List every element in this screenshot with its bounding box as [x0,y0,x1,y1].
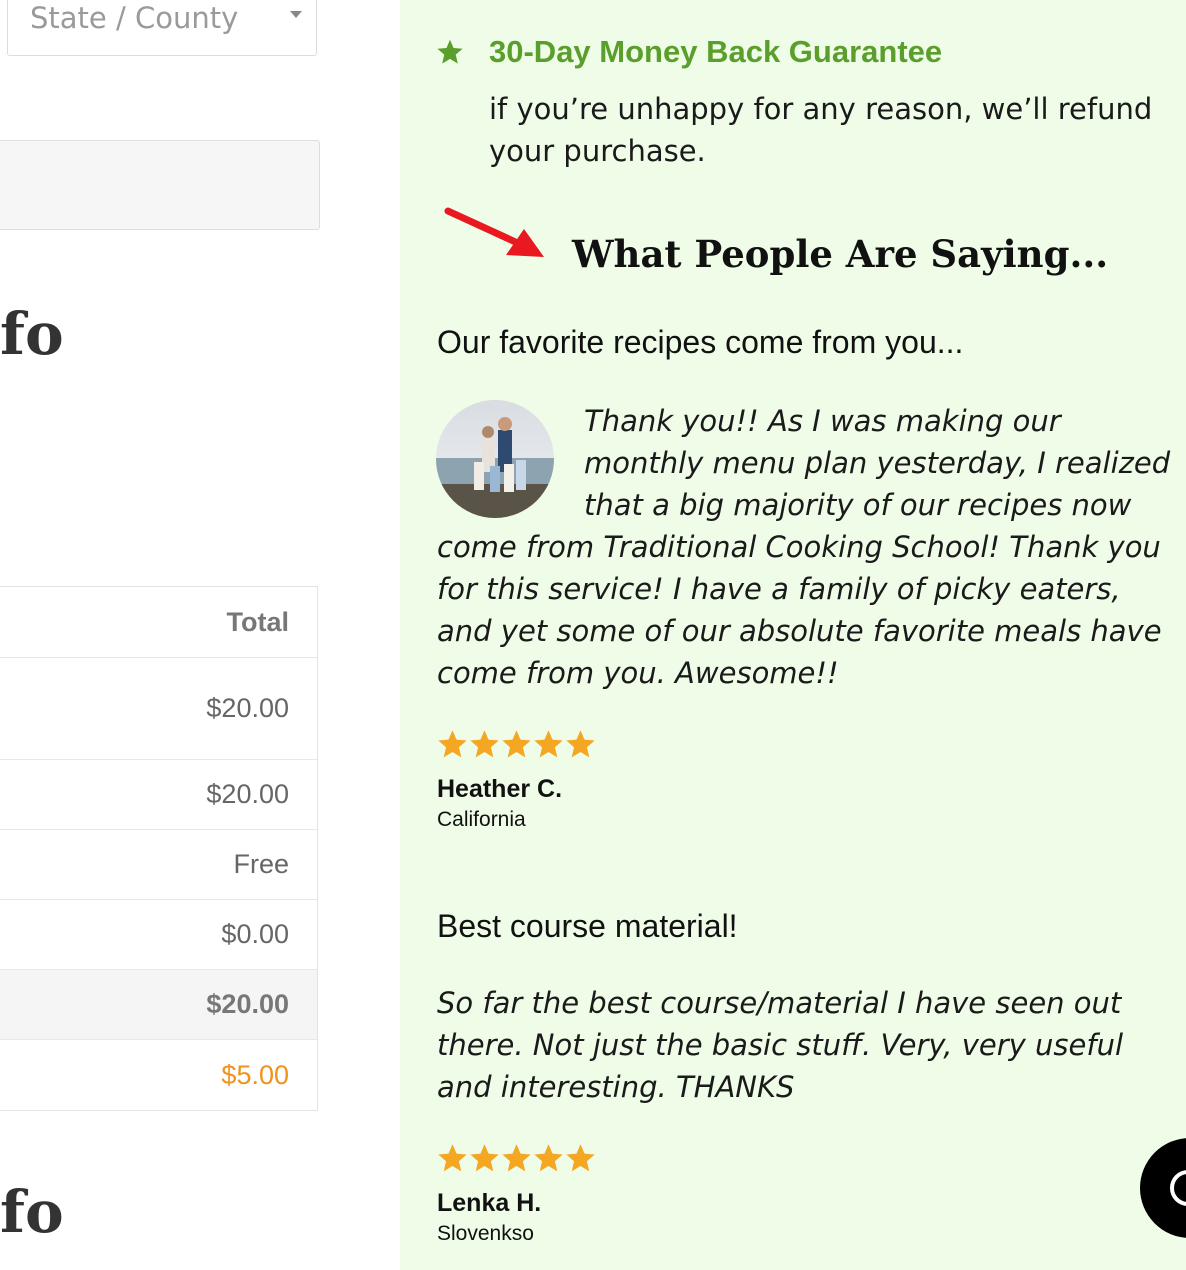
chat-icon [1170,1170,1186,1206]
section-heading-fragment: fo [0,1178,64,1246]
testimonial-headline: Our favorite recipes come from you... [437,324,964,360]
table-row-tax: $0.00 [0,900,317,970]
star-icon [566,730,595,758]
table-header-total: Total [0,587,317,658]
star-icon [437,39,463,64]
reviewer-name: Lenka H. [437,1189,542,1217]
red-arrow-icon [444,207,544,257]
rating-stars [437,729,596,760]
testimonial-quote: So far the best course/material I have s… [437,986,1124,1104]
order-summary-table: Total $20.00 $20.00 Free $0.00 $20.00 $5… [0,586,318,1111]
rating-stars [437,1143,596,1174]
chevron-down-icon[interactable] [290,11,302,18]
star-icon [566,1144,595,1172]
star-icon [534,1144,563,1172]
table-row-subtotal: $20.00 [0,658,317,760]
guarantee-title: 30-Day Money Back Guarantee [489,34,943,69]
star-icon [438,1144,467,1172]
testimonial-headline: Best course material! [437,908,738,944]
star-icon [470,730,499,758]
star-icon [470,1144,499,1172]
table-row-order-total: $20.00 [0,970,317,1040]
reviewer-location: Slovenkso [437,1222,534,1245]
state-county-placeholder: State / County [30,1,239,35]
guarantee-text: if you’re unhappy for any reason, we’ll … [489,92,1153,168]
text-input-field[interactable] [0,140,320,230]
star-icon [438,730,467,758]
reviewer-location: California [437,808,526,831]
table-row-shipping: Free [0,830,317,900]
state-county-select[interactable]: State / County [7,0,317,56]
checkout-form-column: State / County fo Total $20.00 $20.00 Fr… [0,0,400,1270]
testimonials-title: What People Are Saying... [572,232,1109,276]
testimonial-quote: Thank you!! As I was making our monthly … [437,400,1172,694]
table-row-discount: $5.00 [221,1059,289,1090]
star-icon [502,1144,531,1172]
reviewer-name: Heather C. [437,775,563,803]
star-icon [534,730,563,758]
section-heading-fragment: fo [0,300,64,368]
star-icon [502,730,531,758]
table-row: $20.00 [0,760,317,830]
